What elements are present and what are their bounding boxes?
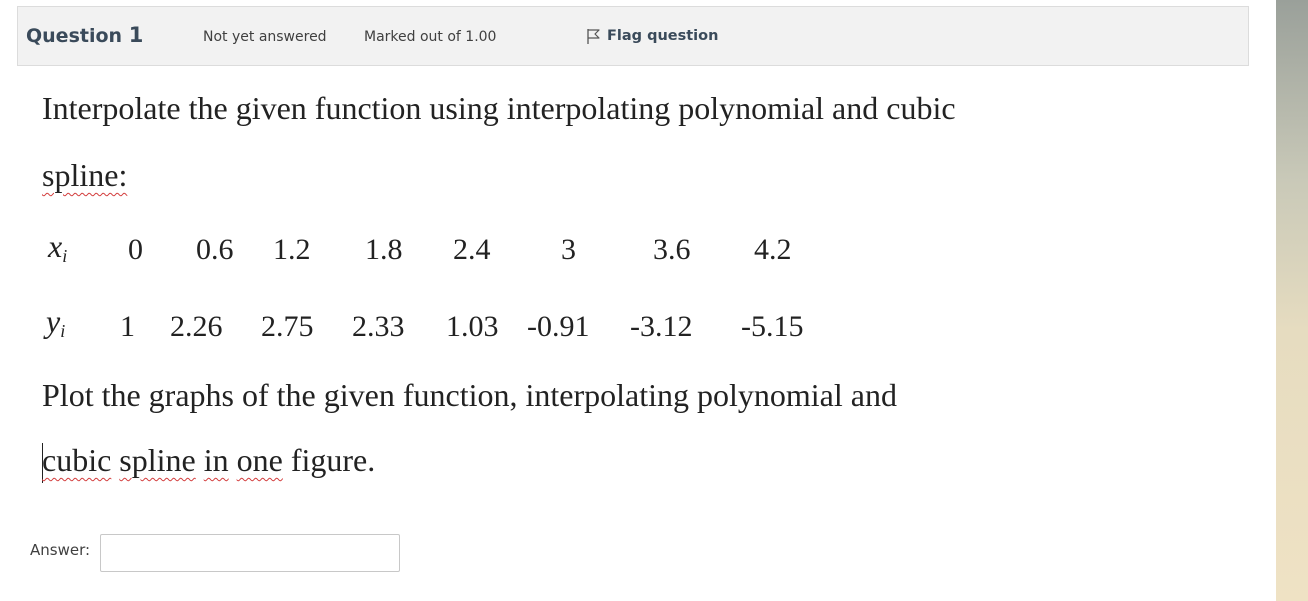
y-value: 2.26 (170, 310, 223, 343)
x-value: 2.4 (453, 233, 491, 266)
y-value: -0.91 (527, 310, 590, 343)
flag-question-label: Flag question (607, 28, 719, 44)
y-row-label: yi (46, 303, 65, 342)
x-value: 0.6 (196, 233, 234, 266)
x-label-subscript: i (62, 246, 68, 266)
word-spline: spline (119, 442, 196, 478)
answer-label: Answer: (30, 541, 91, 559)
word-cubic: cubic (42, 442, 112, 478)
question-title: Question 1 (26, 23, 143, 47)
y-label-subscript: i (60, 321, 66, 341)
word-in: in (203, 442, 229, 478)
word-figure: figure. (290, 442, 376, 478)
question-text-line-4: cubic spline in one figure. (42, 442, 375, 479)
y-value: 2.75 (261, 310, 314, 343)
question-text-line-2: spline: (42, 157, 128, 193)
question-info-bar: Question 1 Not yet answered Marked out o… (17, 6, 1249, 66)
question-state: Not yet answered (203, 29, 327, 45)
flag-question-button[interactable]: Flag question (585, 27, 718, 45)
x-value: 1.8 (365, 233, 403, 266)
x-value: 4.2 (754, 233, 792, 266)
x-value: 1.2 (273, 233, 311, 266)
y-value: -5.15 (741, 310, 804, 343)
question-text-line-3: Plot the graphs of the given function, i… (42, 377, 897, 413)
y-value: 1 (120, 310, 135, 343)
word-one: one (236, 442, 283, 478)
y-value: 1.03 (446, 310, 499, 343)
x-value: 3 (561, 233, 576, 266)
question-grade: Marked out of 1.00 (364, 29, 497, 45)
quiz-page: Question 1 Not yet answered Marked out o… (0, 0, 1308, 601)
question-number: 1 (128, 23, 144, 47)
answer-input[interactable] (100, 534, 400, 572)
question-title-prefix: Question (26, 25, 123, 47)
x-label: x (48, 228, 63, 264)
y-label: y (46, 303, 61, 339)
flag-outline-icon (587, 29, 600, 44)
x-value: 0 (128, 233, 143, 266)
background-edge-strip (1276, 0, 1308, 601)
question-text-line-1: Interpolate the given function using int… (42, 90, 956, 126)
y-value: 2.33 (352, 310, 405, 343)
x-value: 3.6 (653, 233, 691, 266)
y-value: -3.12 (630, 310, 693, 343)
x-row-label: xi (48, 228, 67, 267)
